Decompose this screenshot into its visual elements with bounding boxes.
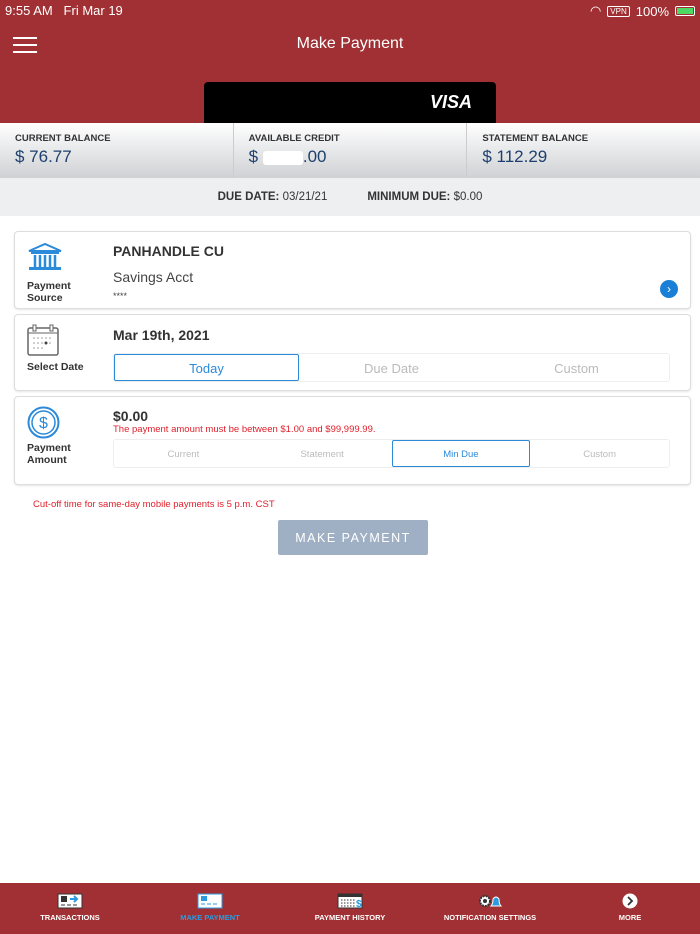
nav-make-payment[interactable]: MAKE PAYMENT <box>140 883 280 934</box>
amount-option-current[interactable]: Current <box>114 440 253 467</box>
nav-transactions[interactable]: TRANSACTIONS <box>0 883 140 934</box>
balance-label: STATEMENT BALANCE <box>482 133 589 144</box>
currency-symbol: $ <box>248 147 259 166</box>
card-brand: VISA <box>429 92 472 112</box>
chevron-right-icon[interactable]: › <box>660 280 678 298</box>
select-date-label: Select Date <box>27 361 84 373</box>
nav-more[interactable]: MORE <box>560 883 700 934</box>
amount-error: The payment amount must be between $1.00… <box>113 424 376 435</box>
source-label: Payment <box>27 280 71 292</box>
bank-icon <box>28 242 62 270</box>
balance-summary: CURRENT BALANCE $ 76.77 AVAILABLE CREDIT $… <box>0 123 700 178</box>
amount-option-custom[interactable]: Custom <box>530 440 669 467</box>
balance-label: CURRENT BALANCE <box>15 133 111 144</box>
redacted-value <box>262 150 303 165</box>
amount-option-statement[interactable]: Statement <box>253 440 392 467</box>
date-option-today[interactable]: Today <box>114 354 299 381</box>
status-bar: 9:55 AM Fri Mar 19 ◠ VPN 100% <box>5 3 695 19</box>
due-date: 03/21/21 <box>282 191 328 203</box>
nav-payment-history[interactable]: $ PAYMENT HISTORY <box>280 883 420 934</box>
calendar-icon <box>27 324 59 356</box>
page-title: Make Payment <box>296 35 404 52</box>
wifi-icon: ◠ <box>589 3 602 18</box>
selected-date: Mar 19th, 2021 <box>113 327 210 343</box>
date-option-custom[interactable]: Custom <box>484 354 669 381</box>
cutoff-notice: Cut-off time for same-day mobile payment… <box>33 499 275 510</box>
make-payment-icon <box>197 893 223 909</box>
cents: .00 <box>302 147 327 166</box>
payment-history-icon: $ <box>337 893 363 909</box>
nav-label: MAKE PAYMENT <box>180 913 240 922</box>
amount-label: Payment <box>27 442 71 454</box>
bottom-nav: TRANSACTIONS MAKE PAYMENT $ PAYMENT HISTO… <box>0 883 700 934</box>
dollar-coin-icon: $ <box>27 406 60 439</box>
select-date-panel: Select Date Mar 19th, 2021 Today Due Dat… <box>14 314 691 391</box>
account-mask: **** <box>113 291 128 301</box>
source-account: Savings Acct <box>113 269 194 285</box>
transactions-icon <box>57 893 83 909</box>
card-image[interactable]: VISA <box>204 82 496 124</box>
statement-balance: $ 112.29 <box>482 147 548 166</box>
status-date: Fri Mar 19 <box>63 3 123 18</box>
current-balance: $ 76.77 <box>15 147 72 166</box>
due-date-label: DUE DATE: <box>217 191 280 203</box>
battery-percent: 100% <box>635 3 669 19</box>
due-info: DUE DATE: 03/21/21 MINIMUM DUE: $0.00 <box>0 178 700 216</box>
amount-label: Amount <box>27 454 67 466</box>
status-time: 9:55 AM <box>5 3 53 18</box>
payment-amount-panel: $ Payment Amount $0.00 The payment amount… <box>14 396 691 485</box>
svg-text:$: $ <box>356 899 362 909</box>
nav-label: PAYMENT HISTORY <box>314 913 386 922</box>
make-payment-button[interactable]: MAKE PAYMENT <box>278 520 428 555</box>
battery-icon <box>675 6 695 16</box>
payment-source-panel[interactable]: Payment Source PANHANDLE CU Savings Acct … <box>14 231 691 309</box>
date-option-due-date[interactable]: Due Date <box>299 354 484 381</box>
min-due-label: MINIMUM DUE: <box>367 191 451 203</box>
vpn-badge: VPN <box>607 5 630 17</box>
date-segmented-control: Today Due Date Custom <box>113 353 670 382</box>
app-header: 9:55 AM Fri Mar 19 ◠ VPN 100% Make Payment… <box>0 0 700 124</box>
min-due: $0.00 <box>453 191 483 203</box>
payment-amount-value[interactable]: $0.00 <box>113 408 148 424</box>
amount-option-min-due[interactable]: Min Due <box>391 440 531 467</box>
nav-label: MORE <box>618 913 642 922</box>
nav-notification-settings[interactable]: NOTIFICATION SETTINGS <box>420 883 560 934</box>
nav-label: TRANSACTIONS <box>40 913 100 922</box>
more-chevron-icon <box>622 893 638 909</box>
source-label: Source <box>27 292 63 304</box>
gear-bell-icon <box>479 895 503 907</box>
nav-label: NOTIFICATION SETTINGS <box>443 913 537 922</box>
available-credit: $ .00 <box>249 147 452 167</box>
amount-segmented-control: Current Statement Min Due Custom <box>113 439 670 468</box>
source-name: PANHANDLE CU <box>113 243 224 259</box>
balance-label: AVAILABLE CREDIT <box>248 133 340 144</box>
svg-text:$: $ <box>39 415 48 432</box>
